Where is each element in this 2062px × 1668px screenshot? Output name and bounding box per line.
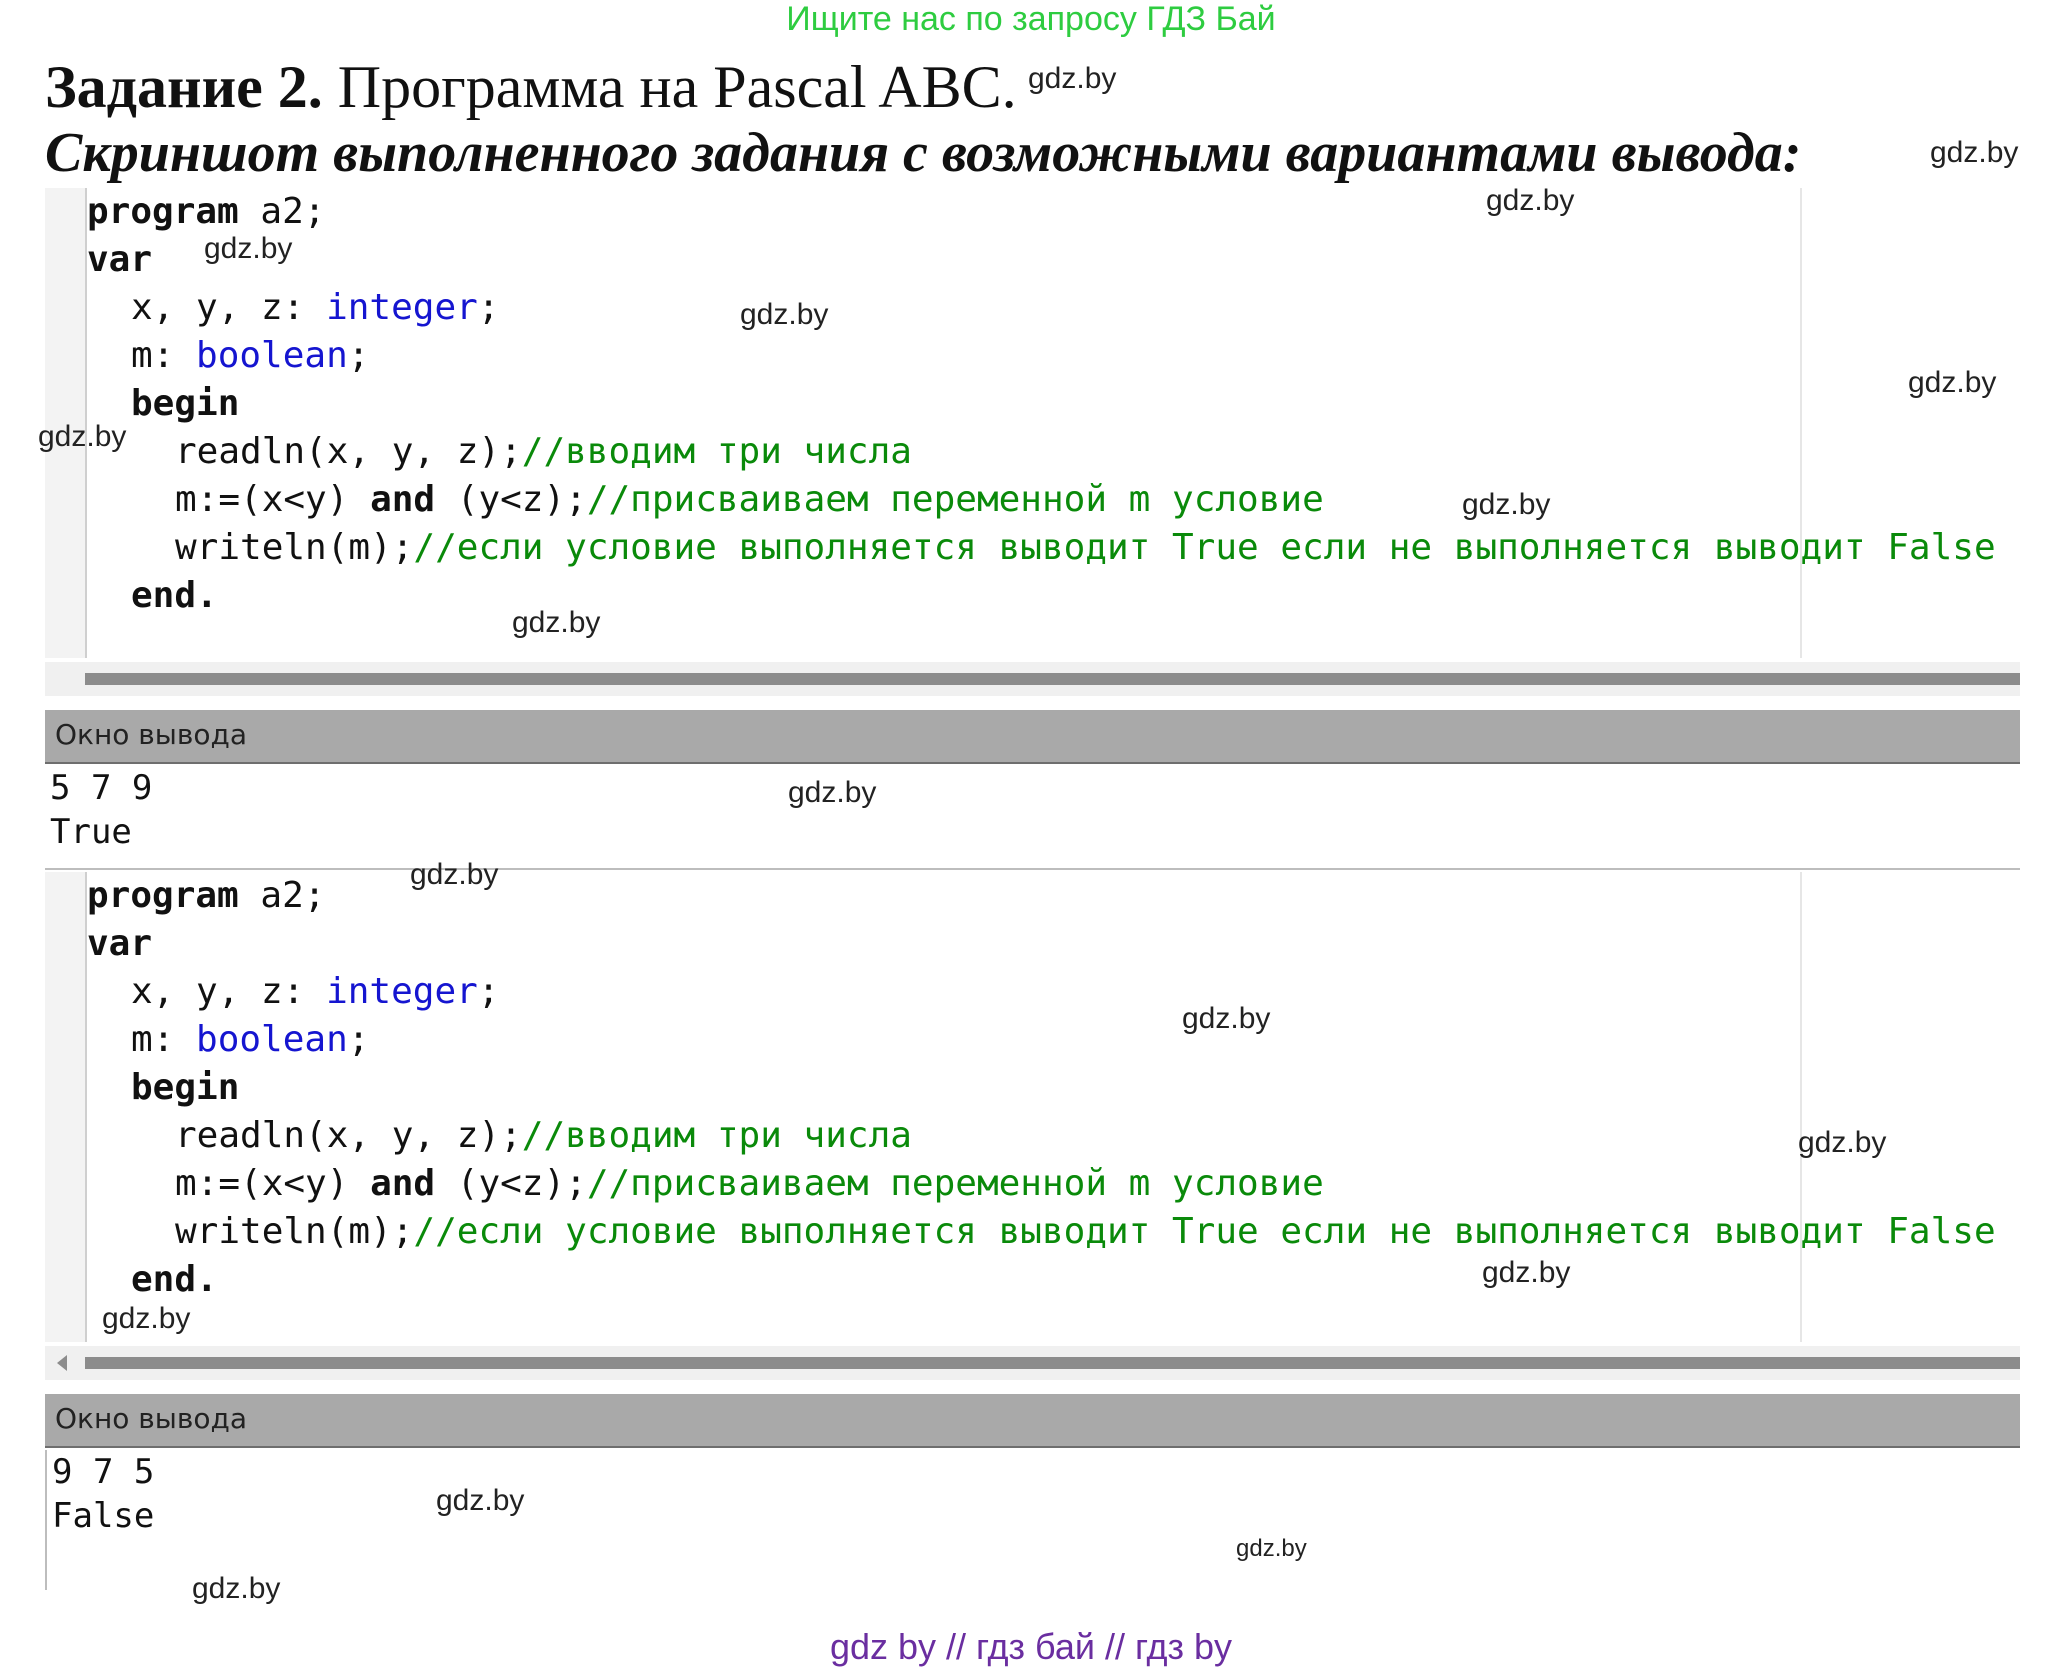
- watermark: gdz.by: [102, 1302, 191, 1335]
- code-line-end: end.: [131, 575, 218, 616]
- watermark: gdz.by: [410, 858, 499, 891]
- editor-gutter: [45, 872, 87, 1342]
- watermark: gdz.by: [1930, 136, 2019, 169]
- code-line-assign: m:=(x<y) and (y<z);//присваиваем перемен…: [175, 1163, 1324, 1204]
- code-line-var: var: [87, 239, 153, 280]
- code-line-readln: readln(x, y, z);//вводим три числа: [175, 1115, 912, 1156]
- watermark: gdz.by: [38, 420, 127, 453]
- watermark: gdz.by: [1908, 366, 1997, 399]
- watermark: gdz.by: [1462, 488, 1551, 521]
- subtitle: Скриншот выполненного задания с возможны…: [45, 122, 1802, 184]
- code-line-var: var: [87, 923, 153, 964]
- task-title: Задание 2. Программа на Pascal ABC.: [45, 52, 1017, 122]
- watermark: gdz.by: [1798, 1126, 1887, 1159]
- watermark: gdz.by: [1182, 1002, 1271, 1035]
- output-window-1: 5 7 9 True: [45, 766, 2020, 866]
- output-window-title: Окно вывода: [55, 1402, 248, 1435]
- horizontal-scrollbar[interactable]: [45, 662, 2020, 696]
- code-line-end: end.: [131, 1259, 218, 1300]
- output-line: False: [52, 1496, 155, 1536]
- watermark: gdz.by: [512, 606, 601, 639]
- panel-divider: [45, 868, 2020, 870]
- watermark: gdz.by: [1028, 62, 1117, 95]
- scrollbar-thumb[interactable]: [85, 673, 2020, 685]
- output-window-header: Окно вывода: [45, 1394, 2020, 1448]
- code-line-bool: m: boolean;: [131, 335, 370, 376]
- watermark: gdz.by: [436, 1484, 525, 1517]
- watermark: gdz.by: [1486, 184, 1575, 217]
- code-line-program: program a2;: [87, 191, 326, 232]
- watermark: gdz.by: [204, 232, 293, 265]
- code-editor-1[interactable]: program a2; var x, y, z: integer; m: boo…: [45, 188, 2020, 658]
- code-line-program: program a2;: [87, 875, 326, 916]
- output-window-title: Окно вывода: [55, 718, 248, 751]
- code-line-writeln: writeln(m);//если условие выполняется вы…: [175, 527, 1996, 568]
- task-description: Программа на Pascal ABC.: [322, 54, 1017, 120]
- editor-right-margin: [1800, 188, 1802, 658]
- output-line: True: [50, 812, 132, 852]
- code-editor-2[interactable]: program a2; var x, y, z: integer; m: boo…: [45, 872, 2020, 1342]
- footer-text: gdz by // гдз бай // гдз by: [829, 1626, 1233, 1667]
- task-number: Задание 2.: [45, 54, 323, 120]
- editor-right-margin: [1800, 872, 1802, 1342]
- code-line-assign: m:=(x<y) and (y<z);//присваиваем перемен…: [175, 479, 1324, 520]
- horizontal-scrollbar[interactable]: [45, 1346, 2020, 1380]
- scrollbar-thumb[interactable]: [85, 1357, 2020, 1369]
- watermark: gdz.by: [1236, 1535, 1307, 1562]
- code-line-writeln: writeln(m);//если условие выполняется вы…: [175, 1211, 1996, 1252]
- code-line-vars: x, y, z: integer;: [131, 971, 500, 1012]
- watermark: gdz.by: [192, 1572, 281, 1605]
- output-line: 9 7 5: [52, 1452, 155, 1492]
- watermark: gdz.by: [788, 776, 877, 809]
- scroll-left-arrow-icon[interactable]: [57, 1355, 67, 1371]
- watermark: gdz.by: [1482, 1256, 1571, 1289]
- code-line-bool: m: boolean;: [131, 1019, 370, 1060]
- search-banner: Ищите нас по запросу ГДЗ Бай: [786, 0, 1276, 38]
- code-line-begin: begin: [131, 383, 240, 424]
- output-line: 5 7 9: [50, 768, 153, 808]
- code-line-vars: x, y, z: integer;: [131, 287, 500, 328]
- code-line-readln: readln(x, y, z);//вводим три числа: [175, 431, 912, 472]
- output-window-2: 9 7 5 False: [45, 1450, 2022, 1590]
- watermark: gdz.by: [740, 298, 829, 331]
- output-window-header: Окно вывода: [45, 710, 2020, 764]
- code-line-begin: begin: [131, 1067, 240, 1108]
